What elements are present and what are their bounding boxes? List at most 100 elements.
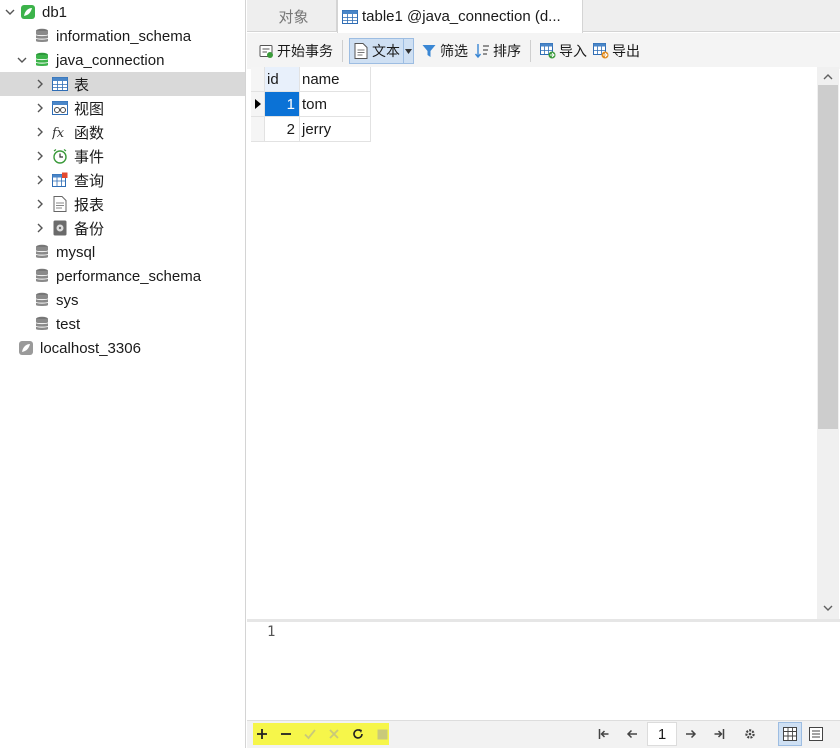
import-button[interactable]: 导入 — [537, 38, 590, 64]
tree-label: test — [56, 315, 81, 333]
tree-db-test[interactable]: test — [0, 312, 245, 336]
button-label: 开始事务 — [277, 43, 333, 59]
scroll-up-button[interactable] — [817, 67, 839, 85]
scroll-down-button[interactable] — [817, 599, 839, 617]
tree-node-events[interactable]: 事件 — [0, 144, 245, 168]
connection-icon — [18, 340, 34, 356]
tree-node-views[interactable]: 视图 — [0, 96, 245, 120]
column-header-name[interactable]: name — [300, 67, 371, 92]
chevron-right-icon[interactable] — [34, 78, 46, 90]
stop-button[interactable] — [371, 723, 393, 745]
chevron-right-icon[interactable] — [34, 222, 46, 234]
form-view-button[interactable] — [804, 722, 828, 746]
tree-node-reports[interactable]: 报表 — [0, 192, 245, 216]
tree-node-functions[interactable]: fx 函数 — [0, 120, 245, 144]
button-label: 导入 — [559, 43, 587, 59]
table-cell-id[interactable]: 1 — [265, 92, 300, 117]
chevron-down-icon — [823, 605, 833, 611]
filter-button[interactable]: 筛选 — [418, 38, 471, 64]
sql-preview-editor[interactable]: 1 — [251, 622, 836, 720]
refresh-icon — [353, 729, 363, 739]
export-button[interactable]: 导出 — [590, 38, 643, 64]
tree-node-tables[interactable]: 表 — [0, 72, 245, 96]
chevron-down-icon[interactable] — [16, 54, 28, 66]
tree-label: 函数 — [74, 124, 105, 142]
sort-button[interactable]: 排序 — [471, 38, 524, 64]
column-header-label: id — [267, 70, 279, 88]
toolbar-separator — [342, 40, 343, 62]
database-icon — [34, 244, 50, 260]
tree-label: mysql — [56, 243, 96, 261]
database-icon — [34, 28, 50, 44]
button-label: 筛选 — [440, 43, 468, 59]
apply-changes-button[interactable] — [299, 723, 321, 745]
grid-status-bar: 1 — [247, 720, 840, 748]
tree-label: 报表 — [74, 196, 105, 214]
tree-label: localhost_3306 — [40, 339, 141, 357]
row-marker[interactable] — [251, 117, 265, 142]
arrow-left-icon — [626, 729, 637, 739]
begin-transaction-button[interactable]: 开始事务 — [255, 38, 336, 64]
table-cell-name[interactable]: tom — [300, 92, 371, 117]
chevron-right-icon[interactable] — [34, 198, 46, 210]
text-view-button[interactable]: 文本 — [349, 38, 404, 64]
tree-db-information-schema[interactable]: information_schema — [0, 24, 245, 48]
navigation-tree[interactable]: db1 information_schema java_connection 表… — [0, 0, 246, 748]
page-number-input[interactable]: 1 — [647, 722, 677, 746]
chevron-down-icon[interactable] — [4, 6, 16, 18]
refresh-button[interactable] — [347, 723, 369, 745]
cell-value: 1 — [286, 95, 295, 113]
grid-view-icon — [783, 727, 797, 741]
next-page-button[interactable] — [680, 723, 702, 745]
chevron-right-icon[interactable] — [34, 126, 46, 138]
add-record-button[interactable] — [251, 723, 273, 745]
chevron-right-icon[interactable] — [34, 174, 46, 186]
first-page-button[interactable] — [593, 723, 615, 745]
database-icon — [34, 292, 50, 308]
filter-icon — [421, 43, 437, 59]
tree-connection-localhost[interactable]: localhost_3306 — [0, 336, 245, 360]
connection-icon — [20, 4, 36, 20]
button-label: 导出 — [612, 43, 640, 59]
current-row-arrow-icon — [254, 99, 261, 109]
tree-db-sys[interactable]: sys — [0, 288, 245, 312]
delete-record-button[interactable] — [275, 723, 297, 745]
grid-vertical-scrollbar[interactable] — [817, 67, 839, 619]
table-cell-name[interactable]: jerry — [300, 117, 371, 142]
last-page-button[interactable] — [708, 723, 730, 745]
tree-label: java_connection — [56, 51, 165, 69]
tree-node-backups[interactable]: 备份 — [0, 216, 245, 240]
column-header-label: name — [302, 70, 340, 88]
discard-changes-button[interactable] — [323, 723, 345, 745]
tab-objects[interactable]: 对象 — [251, 0, 337, 32]
gear-icon — [745, 729, 755, 739]
chevron-right-icon[interactable] — [34, 150, 46, 162]
previous-page-button[interactable] — [621, 723, 643, 745]
report-icon — [52, 196, 68, 212]
tree-label: db1 — [42, 3, 68, 21]
tree-node-queries[interactable]: 查询 — [0, 168, 245, 192]
database-icon — [34, 268, 50, 284]
settings-button[interactable] — [739, 723, 761, 745]
cell-value: jerry — [302, 120, 332, 138]
tree-connection-db1[interactable]: db1 — [0, 0, 245, 24]
tree-db-performance-schema[interactable]: performance_schema — [0, 264, 245, 288]
scrollbar-thumb[interactable] — [818, 85, 838, 429]
cell-value: tom — [302, 95, 328, 113]
grid-view-button[interactable] — [778, 722, 802, 746]
table-cell-id[interactable]: 2 — [265, 117, 300, 142]
tab-bar: 对象 table1 @java_connection (d... — [247, 0, 840, 33]
data-grid[interactable]: id name 1 tom 2 jerry — [251, 67, 817, 619]
plus-icon — [257, 729, 267, 739]
chevron-right-icon[interactable] — [34, 102, 46, 114]
tree-db-mysql[interactable]: mysql — [0, 240, 245, 264]
stop-icon — [377, 729, 387, 739]
tab-table1[interactable]: table1 @java_connection (d... — [337, 0, 583, 33]
tree-db-java-connection[interactable]: java_connection — [0, 48, 245, 72]
button-label: 排序 — [493, 43, 521, 59]
text-view-dropdown[interactable] — [404, 38, 414, 64]
table-icon — [52, 76, 68, 92]
column-header-id[interactable]: id — [265, 67, 300, 92]
database-icon — [34, 316, 50, 332]
row-marker[interactable] — [251, 92, 265, 117]
